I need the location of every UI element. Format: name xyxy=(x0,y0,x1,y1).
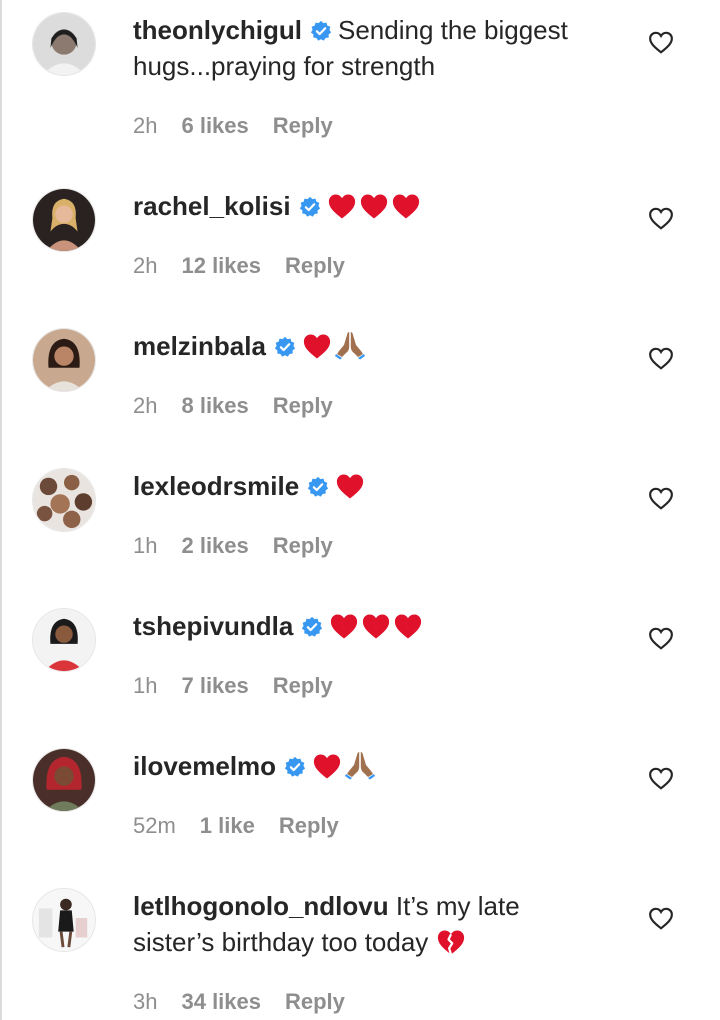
likes-count[interactable]: 1 like xyxy=(200,812,255,840)
comment-item: theonlychigul Sending the biggest hugs...… xyxy=(0,0,720,140)
emoji-group xyxy=(329,612,425,640)
broken-heart-icon xyxy=(437,930,464,955)
reply-button[interactable]: Reply xyxy=(273,672,333,700)
comment-text-block: rachel_kolisi xyxy=(133,188,603,224)
timestamp: 3h xyxy=(133,989,158,1014)
comment-text-block: melzinbala xyxy=(133,328,603,364)
red-heart-icon xyxy=(331,614,358,639)
avatar[interactable] xyxy=(32,12,96,76)
avatar[interactable] xyxy=(32,748,96,812)
timestamp: 2h xyxy=(133,113,158,138)
emoji-group xyxy=(335,472,367,500)
red-heart-icon xyxy=(363,614,390,639)
comment-meta: 1h 2 likes Reply xyxy=(133,532,333,560)
emoji-group xyxy=(334,328,368,360)
avatar[interactable] xyxy=(32,468,96,532)
likes-count[interactable]: 8 likes xyxy=(181,392,248,420)
like-heart-icon[interactable] xyxy=(648,766,674,790)
comment-text-block: theonlychigul Sending the biggest hugs...… xyxy=(133,12,603,84)
emoji-group xyxy=(344,748,378,780)
likes-count[interactable]: 2 likes xyxy=(181,532,248,560)
timestamp: 2h xyxy=(133,253,158,278)
timestamp: 1h xyxy=(133,533,158,558)
emoji-group xyxy=(302,332,334,360)
username-link[interactable]: tshepivundla xyxy=(133,611,293,641)
emoji-group xyxy=(436,928,468,956)
emoji-group xyxy=(327,192,423,220)
likes-count[interactable]: 12 likes xyxy=(181,252,261,280)
like-heart-icon[interactable] xyxy=(648,30,674,54)
verified-badge-icon xyxy=(307,476,329,498)
comment-text-block: tshepivundla xyxy=(133,608,603,644)
comment-meta: 3h 34 likes Reply xyxy=(133,988,345,1016)
comment-item: letlhogonolo_ndlovu It’s my late sister’… xyxy=(0,840,720,1020)
verified-badge-icon xyxy=(299,196,321,218)
username-link[interactable]: melzinbala xyxy=(133,331,266,361)
comment-meta: 2h 8 likes Reply xyxy=(133,392,333,420)
timestamp: 1h xyxy=(133,673,158,698)
comment-item: lexleodrsmile 1h 2 likes Reply xyxy=(0,420,720,560)
comment-item: tshepivundla 1h 7 likes Reply xyxy=(0,560,720,700)
username-link[interactable]: theonlychigul xyxy=(133,15,302,45)
likes-count[interactable]: 7 likes xyxy=(181,672,248,700)
avatar[interactable] xyxy=(32,328,96,392)
comment-item: rachel_kolisi 2h 12 likes Reply xyxy=(0,140,720,280)
likes-count[interactable]: 6 likes xyxy=(181,112,248,140)
reply-button[interactable]: Reply xyxy=(285,988,345,1016)
comment-text-block: ilovemelmo xyxy=(133,748,603,784)
comment-meta: 2h 12 likes Reply xyxy=(133,252,345,280)
username-link[interactable]: rachel_kolisi xyxy=(133,191,291,221)
red-heart-icon xyxy=(313,754,341,779)
comment-meta: 2h 6 likes Reply xyxy=(133,112,333,140)
avatar[interactable] xyxy=(32,608,96,672)
verified-badge-icon xyxy=(301,616,323,638)
reply-button[interactable]: Reply xyxy=(279,812,339,840)
comment-item: ilovemelmo 52m 1 like Reply xyxy=(0,700,720,840)
verified-badge-icon xyxy=(310,20,332,42)
like-heart-icon[interactable] xyxy=(648,626,674,650)
username-link[interactable]: letlhogonolo_ndlovu xyxy=(133,891,389,921)
folded-hands-icon xyxy=(334,332,365,360)
timestamp: 2h xyxy=(133,393,158,418)
like-heart-icon[interactable] xyxy=(648,906,674,930)
reply-button[interactable]: Reply xyxy=(273,112,333,140)
reply-button[interactable]: Reply xyxy=(273,392,333,420)
username-link[interactable]: ilovemelmo xyxy=(133,751,276,781)
likes-count[interactable]: 34 likes xyxy=(181,988,261,1016)
folded-hands-icon xyxy=(345,752,376,780)
comment-item: melzinbala 2h 8 likes Reply xyxy=(0,280,720,420)
comment-meta: 1h 7 likes Reply xyxy=(133,672,333,700)
like-heart-icon[interactable] xyxy=(648,486,674,510)
emoji-group xyxy=(312,752,344,780)
like-heart-icon[interactable] xyxy=(648,206,674,230)
timestamp: 52m xyxy=(133,813,176,838)
verified-badge-icon xyxy=(284,756,306,778)
avatar[interactable] xyxy=(32,188,96,252)
comment-text-block: letlhogonolo_ndlovu It’s my late sister’… xyxy=(133,888,603,960)
verified-badge-icon xyxy=(274,336,296,358)
comment-meta: 52m 1 like Reply xyxy=(133,812,339,840)
red-heart-icon xyxy=(328,194,355,219)
like-heart-icon[interactable] xyxy=(648,346,674,370)
reply-button[interactable]: Reply xyxy=(285,252,345,280)
comment-text-block: lexleodrsmile xyxy=(133,468,603,504)
red-heart-icon xyxy=(360,194,387,219)
red-heart-icon xyxy=(303,334,331,359)
avatar[interactable] xyxy=(32,888,96,952)
username-link[interactable]: lexleodrsmile xyxy=(133,471,299,501)
red-heart-icon xyxy=(337,474,364,499)
reply-button[interactable]: Reply xyxy=(273,532,333,560)
red-heart-icon xyxy=(395,614,422,639)
red-heart-icon xyxy=(392,194,419,219)
